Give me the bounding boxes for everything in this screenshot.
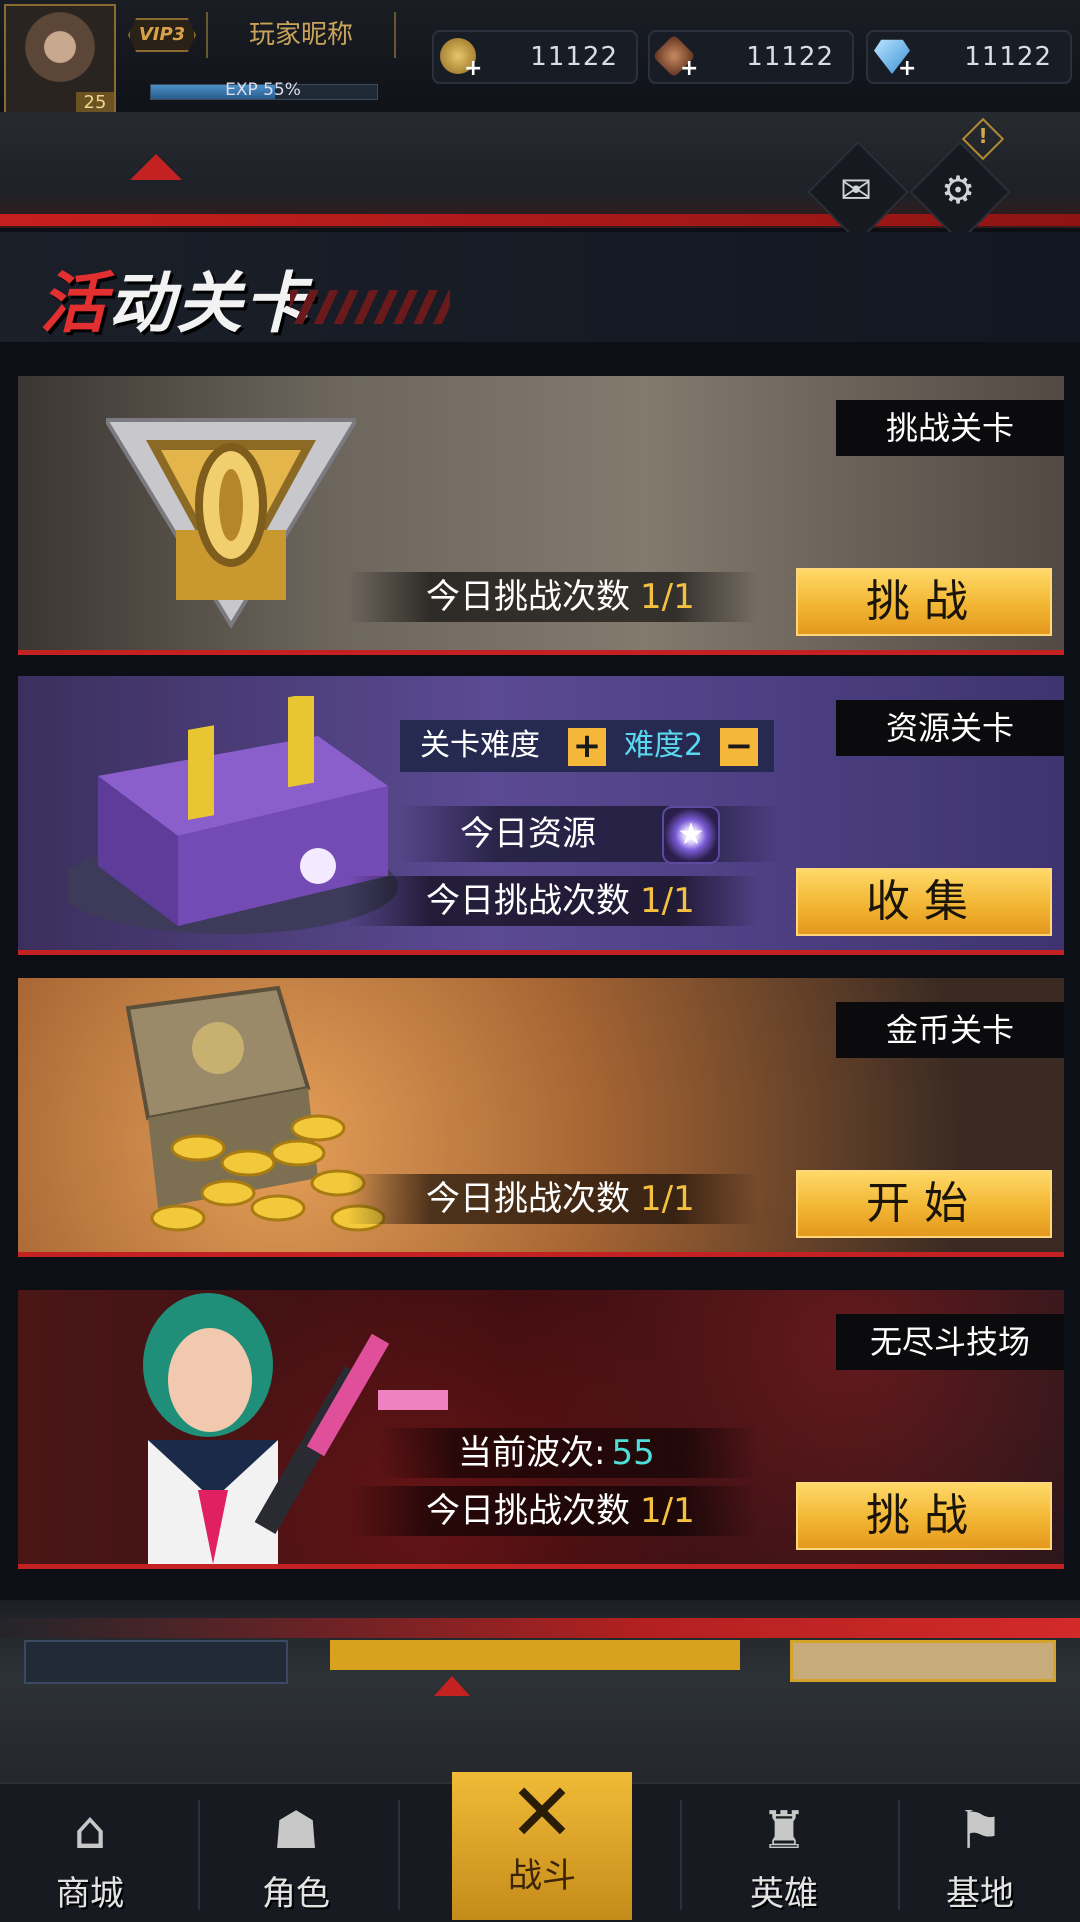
decor-red-triangle — [130, 154, 182, 180]
resource-stage-card[interactable]: 资源关卡 关卡难度 + 难度2 − 今日资源 ★ 今日挑战次数 1/1 收集 — [18, 676, 1064, 955]
start-button[interactable]: 开始 — [796, 1170, 1052, 1238]
crossed-guns-icon: ✕ — [508, 1766, 576, 1859]
alert-icon[interactable]: ! — [969, 124, 997, 148]
daily-count-value: 1/1 — [640, 1491, 695, 1531]
lower-panel-left — [24, 1640, 288, 1684]
flag-icon: ⚑ — [956, 1801, 1004, 1861]
daily-count-label: 今日挑战次数 — [426, 577, 630, 617]
today-resource-label: 今日资源 — [460, 814, 596, 854]
gold-stage-badge: 金币关卡 — [836, 1002, 1064, 1058]
header-red-stripe — [0, 214, 1080, 226]
nav-separator — [398, 1800, 400, 1910]
nav-shop[interactable]: ⌂ 商城 — [0, 1790, 180, 1920]
nav-base[interactable]: ⚑ 基地 — [890, 1790, 1070, 1920]
daily-count-value: 1/1 — [640, 881, 695, 921]
lower-panel-center — [330, 1640, 740, 1670]
nav-hero-label: 英雄 — [750, 1874, 818, 1914]
currency-token[interactable]: + 11122 — [648, 30, 854, 84]
daily-count-value: 1/1 — [640, 1179, 695, 1219]
arena-stage-badge: 无尽斗技场 — [836, 1314, 1064, 1370]
arena-stage-card[interactable]: 无尽斗技场 当前波次: 55 今日挑战次数 1/1 挑战 — [18, 1290, 1064, 1569]
add-token-icon[interactable]: + — [680, 56, 698, 81]
difficulty-selector: 关卡难度 + 难度2 − — [400, 720, 774, 772]
hero-icon: ♜ — [760, 1801, 808, 1861]
mail-icon[interactable]: ✉ — [830, 168, 882, 212]
current-wave-label: 当前波次: — [458, 1433, 606, 1473]
add-diamond-icon[interactable]: + — [898, 56, 916, 81]
difficulty-value: 难度2 — [624, 728, 704, 763]
gold-daily-count: 今日挑战次数 1/1 — [348, 1174, 758, 1224]
today-resource-row: 今日资源 ★ — [400, 806, 780, 864]
difficulty-increase-button[interactable]: + — [568, 728, 606, 766]
gold-stage-card[interactable]: 金币关卡 今日挑战次数 1/1 开始 — [18, 978, 1064, 1257]
difficulty-label: 关卡难度 — [420, 728, 540, 763]
current-wave-value: 55 — [611, 1433, 655, 1473]
resource-star-icon[interactable]: ★ — [662, 806, 720, 864]
nav-character[interactable]: ☗ 角色 — [206, 1790, 386, 1920]
lower-panel-right — [790, 1640, 1056, 1682]
gold-value: 11122 — [530, 42, 618, 72]
challenge-stage-badge: 挑战关卡 — [836, 400, 1064, 456]
player-nickname[interactable]: 玩家昵称 — [206, 12, 396, 58]
token-value: 11122 — [746, 42, 834, 72]
nav-battle-label: 战斗 — [508, 1856, 576, 1896]
helmet-icon: ☗ — [272, 1801, 320, 1861]
challenge-button[interactable]: 挑战 — [796, 568, 1052, 636]
nav-base-label: 基地 — [946, 1874, 1014, 1914]
arena-daily-count: 今日挑战次数 1/1 — [348, 1486, 758, 1536]
currency-diamond[interactable]: + 11122 — [866, 30, 1072, 84]
add-gold-icon[interactable]: + — [464, 56, 482, 81]
daily-count-label: 今日挑战次数 — [426, 1491, 630, 1531]
daily-count-value: 1/1 — [640, 577, 695, 617]
nav-battle[interactable]: ✕ 战斗 — [452, 1772, 632, 1920]
current-wave-row: 当前波次: 55 — [378, 1428, 758, 1478]
player-level-badge: 25 — [76, 92, 114, 114]
challenge-stage-card[interactable]: 挑战关卡 今日挑战次数 1/1 挑战 — [18, 376, 1064, 655]
resource-daily-count: 今日挑战次数 1/1 — [348, 876, 758, 926]
difficulty-decrease-button[interactable]: − — [720, 728, 758, 766]
gear-icon[interactable]: ⚙ — [932, 168, 984, 212]
shop-icon: ⌂ — [73, 1801, 107, 1861]
nav-character-label: 角色 — [262, 1874, 330, 1914]
currency-gold[interactable]: + 11122 — [432, 30, 638, 84]
challenge-daily-count: 今日挑战次数 1/1 — [348, 572, 758, 622]
rank-medal-icon — [106, 418, 356, 629]
nav-hero[interactable]: ♜ 英雄 — [694, 1790, 874, 1920]
lower-red-stripe — [0, 1618, 1080, 1638]
vip-badge[interactable]: VIP3 — [128, 18, 196, 52]
collect-button[interactable]: 收集 — [796, 868, 1052, 936]
player-avatar[interactable]: 25 — [4, 4, 116, 116]
daily-count-label: 今日挑战次数 — [426, 1179, 630, 1219]
nav-separator — [198, 1800, 200, 1910]
lower-red-triangle — [434, 1676, 470, 1696]
arena-challenge-button[interactable]: 挑战 — [796, 1482, 1052, 1550]
nav-shop-label: 商城 — [56, 1874, 124, 1914]
resource-stage-badge: 资源关卡 — [836, 700, 1064, 756]
diamond-value: 11122 — [964, 42, 1052, 72]
daily-count-label: 今日挑战次数 — [426, 881, 630, 921]
title-decor-stripes — [290, 290, 450, 324]
nav-separator — [680, 1800, 682, 1910]
page-title: 活动关卡 — [40, 265, 312, 342]
exp-text: EXP 55% — [225, 80, 301, 100]
